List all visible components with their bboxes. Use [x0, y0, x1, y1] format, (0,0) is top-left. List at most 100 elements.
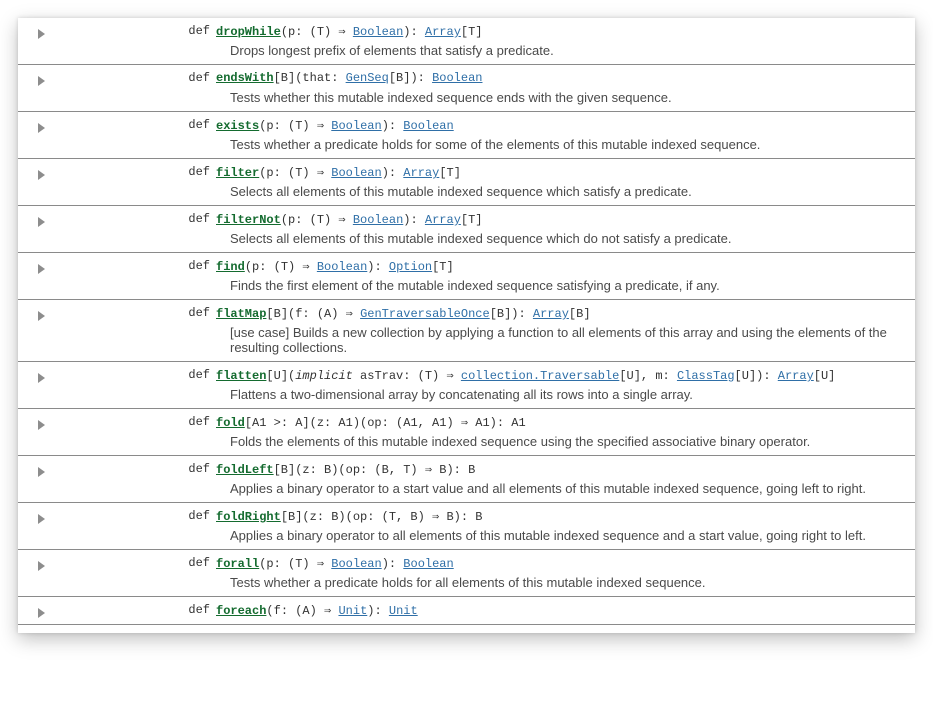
- member-description: Tests whether this mutable indexed seque…: [230, 86, 907, 105]
- member-signature: forall(p: (T) ⇒ Boolean): Boolean: [216, 556, 907, 571]
- type-link[interactable]: ClassTag: [677, 369, 735, 383]
- sig-text: [U]: [814, 369, 836, 383]
- method-name-link[interactable]: fold: [216, 416, 245, 430]
- method-name-link[interactable]: endsWith: [216, 71, 274, 85]
- sig-text: asTrav: (T) ⇒: [353, 369, 461, 383]
- type-link[interactable]: Array: [778, 369, 814, 383]
- member-kind: def: [45, 415, 216, 429]
- expand-toggle-icon[interactable]: [38, 264, 45, 274]
- type-link[interactable]: Boolean: [432, 71, 482, 85]
- sig-text: [U], m:: [619, 369, 677, 383]
- member-kind: def: [45, 118, 216, 132]
- sig-text: (p: (T) ⇒: [259, 119, 331, 133]
- type-link[interactable]: Boolean: [403, 557, 453, 571]
- expand-toggle-icon[interactable]: [38, 373, 45, 383]
- method-name-link[interactable]: filter: [216, 166, 259, 180]
- sig-text: (f: (A) ⇒: [266, 604, 338, 618]
- expand-toggle-icon[interactable]: [38, 76, 45, 86]
- type-link[interactable]: Option: [389, 260, 432, 274]
- member-description: Selects all elements of this mutable ind…: [230, 227, 907, 246]
- method-name-link[interactable]: flatten: [216, 369, 266, 383]
- member-forall: defforall(p: (T) ⇒ Boolean): BooleanTest…: [18, 550, 915, 597]
- type-link[interactable]: Boolean: [353, 213, 403, 227]
- member-kind: def: [45, 603, 216, 617]
- method-name-link[interactable]: find: [216, 260, 245, 274]
- member-description: Flattens a two-dimensional array by conc…: [230, 383, 907, 402]
- sig-text: ):: [382, 557, 404, 571]
- method-name-link[interactable]: flatMap: [216, 307, 266, 321]
- member-description: Folds the elements of this mutable index…: [230, 430, 907, 449]
- method-name-link[interactable]: dropWhile: [216, 25, 281, 39]
- type-link[interactable]: GenTraversableOnce: [360, 307, 490, 321]
- member-flatten: defflatten[U](implicit asTrav: (T) ⇒ col…: [18, 362, 915, 409]
- type-link[interactable]: Array: [403, 166, 439, 180]
- type-link[interactable]: Boolean: [317, 260, 367, 274]
- member-signature: exists(p: (T) ⇒ Boolean): Boolean: [216, 118, 907, 133]
- sig-text: [B]: [569, 307, 591, 321]
- sig-text: ):: [367, 604, 389, 618]
- expand-toggle-icon[interactable]: [38, 467, 45, 477]
- type-link[interactable]: Boolean: [331, 119, 381, 133]
- expand-toggle-icon[interactable]: [38, 311, 45, 321]
- type-link[interactable]: collection.Traversable: [461, 369, 619, 383]
- expand-toggle-icon[interactable]: [38, 170, 45, 180]
- member-kind: def: [45, 165, 216, 179]
- member-find: deffind(p: (T) ⇒ Boolean): Option[T]Find…: [18, 253, 915, 300]
- member-kind: def: [45, 306, 216, 320]
- member-foldRight: deffoldRight[B](z: B)(op: (T, B) ⇒ B): B…: [18, 503, 915, 550]
- member-dropWhile: defdropWhile(p: (T) ⇒ Boolean): Array[T]…: [18, 18, 915, 65]
- sig-text: [T]: [461, 25, 483, 39]
- type-link[interactable]: GenSeq: [346, 71, 389, 85]
- type-link[interactable]: Boolean: [331, 557, 381, 571]
- member-filterNot: deffilterNot(p: (T) ⇒ Boolean): Array[T]…: [18, 206, 915, 253]
- type-link[interactable]: Boolean: [353, 25, 403, 39]
- member-description: Drops longest prefix of elements that sa…: [230, 39, 907, 58]
- member-signature: filterNot(p: (T) ⇒ Boolean): Array[T]: [216, 212, 907, 227]
- sig-text: [T]: [439, 166, 461, 180]
- sig-text: [B]):: [389, 71, 432, 85]
- sig-text: (p: (T) ⇒: [259, 166, 331, 180]
- member-kind: def: [45, 509, 216, 523]
- member-kind: def: [45, 71, 216, 85]
- expand-toggle-icon[interactable]: [38, 29, 45, 39]
- method-name-link[interactable]: forall: [216, 557, 259, 571]
- member-signature: fold[A1 >: A](z: A1)(op: (A1, A1) ⇒ A1):…: [216, 415, 907, 430]
- expand-toggle-icon[interactable]: [38, 514, 45, 524]
- type-link[interactable]: Array: [425, 25, 461, 39]
- method-name-link[interactable]: foreach: [216, 604, 266, 618]
- expand-toggle-icon[interactable]: [38, 217, 45, 227]
- expand-toggle-icon[interactable]: [38, 608, 45, 618]
- member-endsWith: defendsWith[B](that: GenSeq[B]): Boolean…: [18, 65, 915, 112]
- expand-toggle-icon[interactable]: [38, 561, 45, 571]
- type-link[interactable]: Boolean: [331, 166, 381, 180]
- member-signature: flatten[U](implicit asTrav: (T) ⇒ collec…: [216, 368, 907, 383]
- expand-toggle-icon[interactable]: [38, 123, 45, 133]
- method-name-link[interactable]: exists: [216, 119, 259, 133]
- type-link[interactable]: Array: [425, 213, 461, 227]
- sig-text: (p: (T) ⇒: [245, 260, 317, 274]
- member-kind: def: [45, 259, 216, 273]
- method-name-link[interactable]: foldRight: [216, 510, 281, 524]
- member-signature: filter(p: (T) ⇒ Boolean): Array[T]: [216, 165, 907, 180]
- sig-text: [B](z: B)(op: (B, T) ⇒ B): B: [274, 463, 476, 477]
- sig-text: [T]: [461, 213, 483, 227]
- member-description: Applies a binary operator to a start val…: [230, 477, 907, 496]
- member-kind: def: [45, 212, 216, 226]
- member-fold: deffold[A1 >: A](z: A1)(op: (A1, A1) ⇒ A…: [18, 409, 915, 456]
- type-link[interactable]: Array: [533, 307, 569, 321]
- member-signature: foreach(f: (A) ⇒ Unit): Unit: [216, 603, 907, 618]
- method-name-link[interactable]: filterNot: [216, 213, 281, 227]
- member-signature: find(p: (T) ⇒ Boolean): Option[T]: [216, 259, 907, 274]
- sig-text: [U](: [266, 369, 295, 383]
- type-link[interactable]: Unit: [338, 604, 367, 618]
- type-link[interactable]: Unit: [389, 604, 418, 618]
- member-foldLeft: deffoldLeft[B](z: B)(op: (B, T) ⇒ B): BA…: [18, 456, 915, 503]
- sig-text: [B]):: [490, 307, 533, 321]
- sig-text: ):: [403, 25, 425, 39]
- member-description: Tests whether a predicate holds for some…: [230, 133, 907, 152]
- expand-toggle-icon[interactable]: [38, 420, 45, 430]
- type-link[interactable]: Boolean: [403, 119, 453, 133]
- sig-text: ):: [382, 166, 404, 180]
- method-name-link[interactable]: foldLeft: [216, 463, 274, 477]
- member-signature: flatMap[B](f: (A) ⇒ GenTraversableOnce[B…: [216, 306, 907, 321]
